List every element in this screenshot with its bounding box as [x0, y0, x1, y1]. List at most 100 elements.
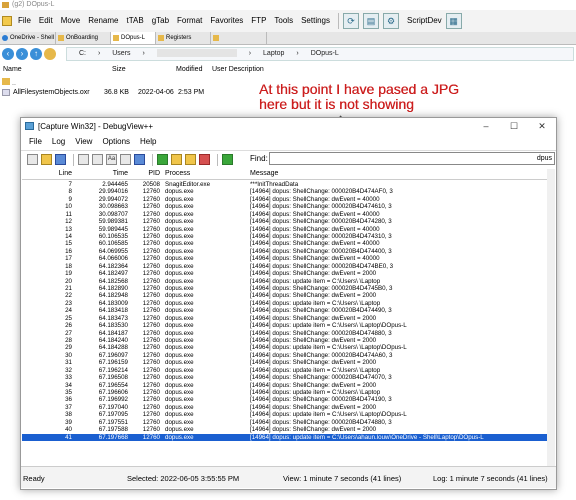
log-row[interactable]: 27 64.184187 12760 dopus.exe [14964] dopus: …	[22, 330, 555, 337]
parent-folder-item[interactable]: ..	[2, 78, 16, 87]
filter-icon[interactable]	[120, 154, 131, 165]
breadcrumb-users[interactable]: Users	[112, 50, 130, 57]
back-icon[interactable]: ‹	[2, 48, 14, 60]
menu-ftp[interactable]: FTP	[247, 10, 270, 32]
log-row[interactable]: 34 67.196554 12760 dopus.exe [14964] dopus: …	[22, 382, 555, 389]
log-row[interactable]: 12 59.989381 12760 dopus.exe [14964] dopus: …	[22, 218, 555, 225]
log-row[interactable]: 25 64.183473 12760 dopus.exe [14964] dopus: …	[22, 315, 555, 322]
menu-move[interactable]: Move	[57, 10, 85, 32]
log-row[interactable]: 28 64.184240 12760 dopus.exe [14964] dopus: …	[22, 337, 555, 344]
log-row[interactable]: 15 60.106585 12760 dopus.exe [14964] dopus: …	[22, 240, 555, 247]
maximize-icon[interactable]: ☐	[500, 118, 528, 135]
log-row[interactable]: 26 64.183530 12760 dopus.exe [14964] dopus: …	[22, 322, 555, 329]
menu-format[interactable]: Format	[173, 10, 206, 32]
folder-open-icon[interactable]	[171, 154, 182, 165]
breadcrumb-redacted[interactable]	[156, 49, 237, 58]
tab-registers[interactable]: Registers	[156, 32, 211, 44]
log-row[interactable]: 24 64.183418 12760 dopus.exe [14964] dopus: …	[22, 307, 555, 314]
find-input[interactable]: dpus	[269, 152, 555, 165]
log-row[interactable]: 8 29.994016 12760 dopus.exe [14964] dopus: S…	[22, 188, 555, 195]
breadcrumb-dopus[interactable]: DOpus-L	[311, 50, 339, 57]
log-row[interactable]: 17 64.066006 12760 dopus.exe [14964] dopus: …	[22, 255, 555, 262]
column-message[interactable]: Message	[250, 170, 555, 177]
menu-favorites[interactable]: Favorites	[206, 10, 247, 32]
log-row[interactable]: 39 67.197551 12760 dopus.exe [14964] dopus: …	[22, 419, 555, 426]
menu-settings[interactable]: Settings	[297, 10, 334, 32]
forward-icon[interactable]: ›	[16, 48, 28, 60]
menu-tools[interactable]: Tools	[270, 10, 297, 32]
dv-menu-help[interactable]: Help	[135, 135, 161, 149]
log-row[interactable]: 41 67.197668 12760 dopus.exe [14964] dopus: …	[22, 433, 555, 441]
tab-blank[interactable]	[211, 32, 267, 44]
new-icon[interactable]	[27, 154, 38, 165]
opus-app-icon[interactable]	[2, 16, 12, 26]
log-row[interactable]: 36 67.196992 12760 dopus.exe [14964] dopus: …	[22, 396, 555, 403]
log-row[interactable]: 16 64.069955 12760 dopus.exe [14964] dopus: …	[22, 248, 555, 255]
log-row[interactable]: 29 64.184288 12760 dopus.exe [14964] dopus: …	[22, 344, 555, 351]
layout-icon[interactable]: ▦	[445, 13, 462, 29]
stop-icon[interactable]	[199, 154, 210, 165]
folder-capture-icon[interactable]	[185, 154, 196, 165]
clear-icon[interactable]	[134, 154, 145, 165]
autoscroll-icon[interactable]	[157, 154, 168, 165]
log-row[interactable]: 18 64.182364 12760 dopus.exe [14964] dopus: …	[22, 263, 555, 270]
dv-menu-view[interactable]: View	[70, 135, 97, 149]
minimize-icon[interactable]: –	[472, 118, 500, 135]
column-size[interactable]: Size	[112, 66, 126, 73]
close-icon[interactable]: ✕	[528, 118, 556, 135]
menu-ttab[interactable]: tTAB	[123, 10, 148, 32]
open-icon[interactable]	[41, 154, 52, 165]
up-icon[interactable]: ↑	[30, 48, 42, 60]
dv-menu-options[interactable]: Options	[97, 135, 135, 149]
log-row[interactable]: 13 59.989445 12760 dopus.exe [14964] dopus: …	[22, 226, 555, 233]
breadcrumb[interactable]: C: › Users › › Laptop › DOpus-L	[66, 47, 574, 61]
settings-icon[interactable]: ⚙	[383, 13, 399, 29]
column-time[interactable]: Time	[78, 170, 128, 177]
tab-onedrive[interactable]: OneDrive - Shell	[0, 32, 56, 44]
column-process[interactable]: Process	[165, 170, 245, 177]
log-row[interactable]: 38 67.197095 12760 dopus.exe [14964] dopus: …	[22, 411, 555, 418]
script-dev-button[interactable]: ScriptDev	[403, 10, 446, 32]
log-row[interactable]: 7 2.944465 20508 SnagitEditor.exe ***InitThr…	[22, 181, 555, 188]
log-row[interactable]: 37 67.197040 12760 dopus.exe [14964] dopus: …	[22, 404, 555, 411]
log-row[interactable]: 14 60.106535 12760 dopus.exe [14964] dopus: …	[22, 233, 555, 240]
menu-rename[interactable]: Rename	[84, 10, 122, 32]
log-row[interactable]: 19 64.182497 12760 dopus.exe [14964] dopus: …	[22, 270, 555, 277]
tab-onboarding[interactable]: OnBoarding	[56, 32, 111, 44]
breadcrumb-drive[interactable]: C:	[79, 50, 86, 57]
log-row[interactable]: 30 67.196097 12760 dopus.exe [14964] dopus: …	[22, 352, 555, 359]
log-scrollbar[interactable]	[547, 169, 555, 466]
menu-gtab[interactable]: gTab	[148, 10, 173, 32]
menu-edit[interactable]: Edit	[35, 10, 57, 32]
log-row[interactable]: 20 64.182568 12760 dopus.exe [14964] dopus: …	[22, 278, 555, 285]
log-row[interactable]: 40 67.197588 12760 dopus.exe [14964] dopus: …	[22, 426, 555, 433]
copy-icon[interactable]	[78, 154, 89, 165]
script-icon[interactable]: ▤	[363, 13, 379, 29]
log-row[interactable]: 32 67.196214 12760 dopus.exe [14964] dopus: …	[22, 367, 555, 374]
tab-dopus[interactable]: DOpus-L	[111, 32, 156, 44]
column-pid[interactable]: PID	[130, 170, 160, 177]
menu-file[interactable]: File	[14, 10, 35, 32]
find-icon[interactable]	[92, 154, 103, 165]
log-row[interactable]: 33 67.196508 12760 dopus.exe [14964] dopus: …	[22, 374, 555, 381]
save-icon[interactable]	[55, 154, 66, 165]
dv-menu-log[interactable]: Log	[47, 135, 70, 149]
log-row[interactable]: 21 64.182890 12760 dopus.exe [14964] dopus: …	[22, 285, 555, 292]
log-row[interactable]: 9 29.994072 12760 dopus.exe [14964] dopus: S…	[22, 196, 555, 203]
pause-icon[interactable]	[222, 154, 233, 165]
column-name[interactable]: Name	[3, 66, 22, 73]
log-row[interactable]: 10 30.098663 12760 dopus.exe [14964] dopus: …	[22, 203, 555, 210]
debugview-titlebar[interactable]: [Capture Win32] - DebugView++ – ☐ ✕	[21, 118, 556, 135]
log-row[interactable]: 35 67.196606 12760 dopus.exe [14964] dopus: …	[22, 389, 555, 396]
log-row[interactable]: 31 67.196159 12760 dopus.exe [14964] dopus: …	[22, 359, 555, 366]
font-icon[interactable]: Aa	[106, 154, 117, 165]
log-row[interactable]: 22 64.182948 12760 dopus.exe [14964] dopus: …	[22, 292, 555, 299]
refresh-icon[interactable]: ⟳	[343, 13, 359, 29]
log-row[interactable]: 23 64.183009 12760 dopus.exe [14964] dopus: …	[22, 300, 555, 307]
column-description[interactable]: User Description	[212, 66, 264, 73]
log-row[interactable]: 11 30.098707 12760 dopus.exe [14964] dopus: …	[22, 211, 555, 218]
column-line[interactable]: Line	[22, 170, 72, 177]
column-modified[interactable]: Modified	[176, 66, 202, 73]
breadcrumb-laptop[interactable]: Laptop	[263, 50, 284, 57]
dv-menu-file[interactable]: File	[24, 135, 47, 149]
